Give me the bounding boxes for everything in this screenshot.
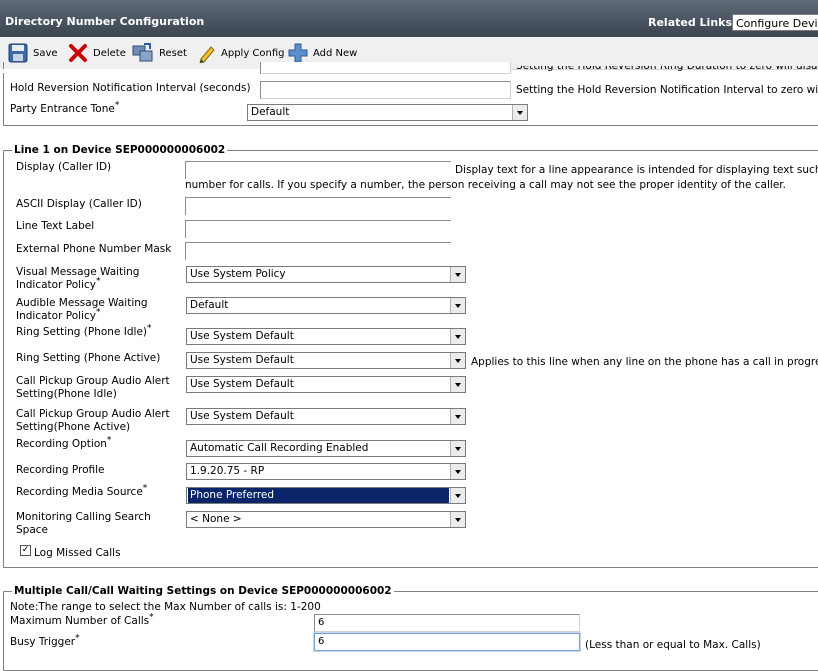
hold-reversion-input[interactable] (260, 81, 511, 99)
busy-trigger-input[interactable]: 6 (313, 632, 581, 652)
recording-option-select[interactable]: Automatic Call Recording Enabled (186, 440, 466, 457)
pencil-icon (199, 46, 215, 63)
ring-active-label: Ring Setting (Phone Active) (16, 352, 161, 364)
busy-trigger-help: (Less than or equal to Max. Calls) (585, 639, 761, 651)
reset-button[interactable]: Reset (132, 42, 187, 64)
chevron-down-icon (450, 329, 465, 344)
display-caller-id-label: Display (Caller ID) (16, 161, 112, 173)
ring-active-select[interactable]: Use System Default (186, 352, 466, 369)
apply-config-label: Apply Config (221, 47, 285, 59)
pickup-idle-label: Call Pickup Group Audio Alert Setting(Pho… (16, 375, 170, 400)
ascii-display-input[interactable] (185, 197, 451, 215)
chevron-down-icon (450, 441, 465, 456)
max-calls-input[interactable]: 6 (314, 614, 580, 632)
chevron-down-icon (450, 512, 465, 527)
log-missed-calls-checkbox[interactable]: ✓ (20, 545, 31, 556)
pickup-active-select[interactable]: Use System Default (186, 408, 466, 425)
recording-option-label: Recording Option* (16, 435, 112, 450)
log-missed-calls-label: Log Missed Calls (34, 547, 121, 559)
plus-icon (288, 43, 308, 63)
clipped-help-text: Setting the Hold Reversion Ring Duration… (516, 66, 818, 72)
multi-call-legend: Multiple Call/Call Waiting Settings on D… (12, 585, 394, 597)
chevron-down-icon (450, 409, 465, 424)
save-icon (8, 43, 28, 63)
party-entrance-tone-select[interactable]: Default (247, 104, 528, 121)
chevron-down-icon (450, 488, 465, 503)
party-entrance-tone-label: Party Entrance Tone* (10, 100, 120, 115)
add-new-button[interactable]: Add New (288, 42, 357, 64)
apply-config-button[interactable]: Apply Config (198, 42, 285, 64)
chevron-down-icon (450, 464, 465, 479)
clipped-row-mask (0, 69, 260, 73)
external-mask-label: External Phone Number Mask (16, 243, 172, 255)
ring-idle-select[interactable]: Use System Default (186, 328, 466, 345)
chevron-down-icon (450, 353, 465, 368)
chevron-down-icon (512, 105, 527, 120)
save-button[interactable]: Save (8, 42, 58, 64)
delete-label: Delete (93, 47, 126, 59)
busy-trigger-label: Busy Trigger* (10, 633, 80, 648)
chevron-down-icon (450, 267, 465, 282)
related-links-label: Related Links: (648, 16, 737, 29)
hold-reversion-label: Hold Reversion Notification Interval (se… (10, 82, 251, 94)
visual-mwi-select[interactable]: Use System Policy (186, 266, 466, 283)
max-calls-note: Note:The range to select the Max Number … (10, 601, 321, 613)
chevron-down-icon (450, 377, 465, 392)
line-text-label-input[interactable] (185, 220, 451, 238)
related-links-select[interactable]: Configure Device (732, 14, 818, 31)
add-new-label: Add New (313, 47, 358, 59)
line-section-legend: Line 1 on Device SEP000000006002 (12, 144, 228, 156)
ring-idle-label: Ring Setting (Phone Idle)* (16, 323, 152, 338)
hold-reversion-help: Setting the Hold Reversion Notification … (516, 84, 818, 96)
delete-icon (69, 44, 87, 62)
recording-media-label: Recording Media Source* (16, 483, 148, 498)
recording-media-select[interactable]: Phone Preferred (186, 487, 466, 504)
display-help-line-1: Display text for a line appearance is in… (455, 164, 818, 176)
line-text-label-label: Line Text Label (16, 220, 95, 232)
delete-button[interactable]: Delete (68, 42, 126, 64)
external-mask-input[interactable] (185, 242, 451, 260)
audible-mwi-label: Audible Message Waiting Indicator Policy* (16, 297, 148, 322)
ring-active-help: Applies to this line when any line on th… (471, 356, 818, 368)
chevron-down-icon (450, 298, 465, 313)
monitoring-css-select[interactable]: < None > (186, 511, 466, 528)
visual-mwi-label: Visual Message Waiting Indicator Policy* (16, 266, 140, 291)
required-marker: * (114, 100, 120, 111)
reset-icon (132, 43, 153, 62)
save-label: Save (33, 47, 58, 59)
recording-profile-label: Recording Profile (16, 464, 105, 476)
pickup-idle-select[interactable]: Use System Default (186, 376, 466, 393)
monitoring-css-label: Monitoring Calling Search Space (16, 511, 151, 536)
display-caller-id-input[interactable] (185, 161, 451, 179)
clipped-input[interactable] (260, 62, 511, 74)
recording-profile-select[interactable]: 1.9.20.75 - RP (186, 463, 466, 480)
pickup-active-label: Call Pickup Group Audio Alert Setting(Pho… (16, 408, 170, 433)
page-title: Directory Number Configuration (5, 15, 205, 28)
reset-label: Reset (159, 47, 187, 59)
max-calls-label: Maximum Number of Calls* (10, 612, 154, 627)
audible-mwi-select[interactable]: Default (186, 297, 466, 314)
ascii-display-label: ASCII Display (Caller ID) (16, 198, 142, 210)
display-help-line-2: number for calls. If you specify a numbe… (185, 179, 786, 191)
